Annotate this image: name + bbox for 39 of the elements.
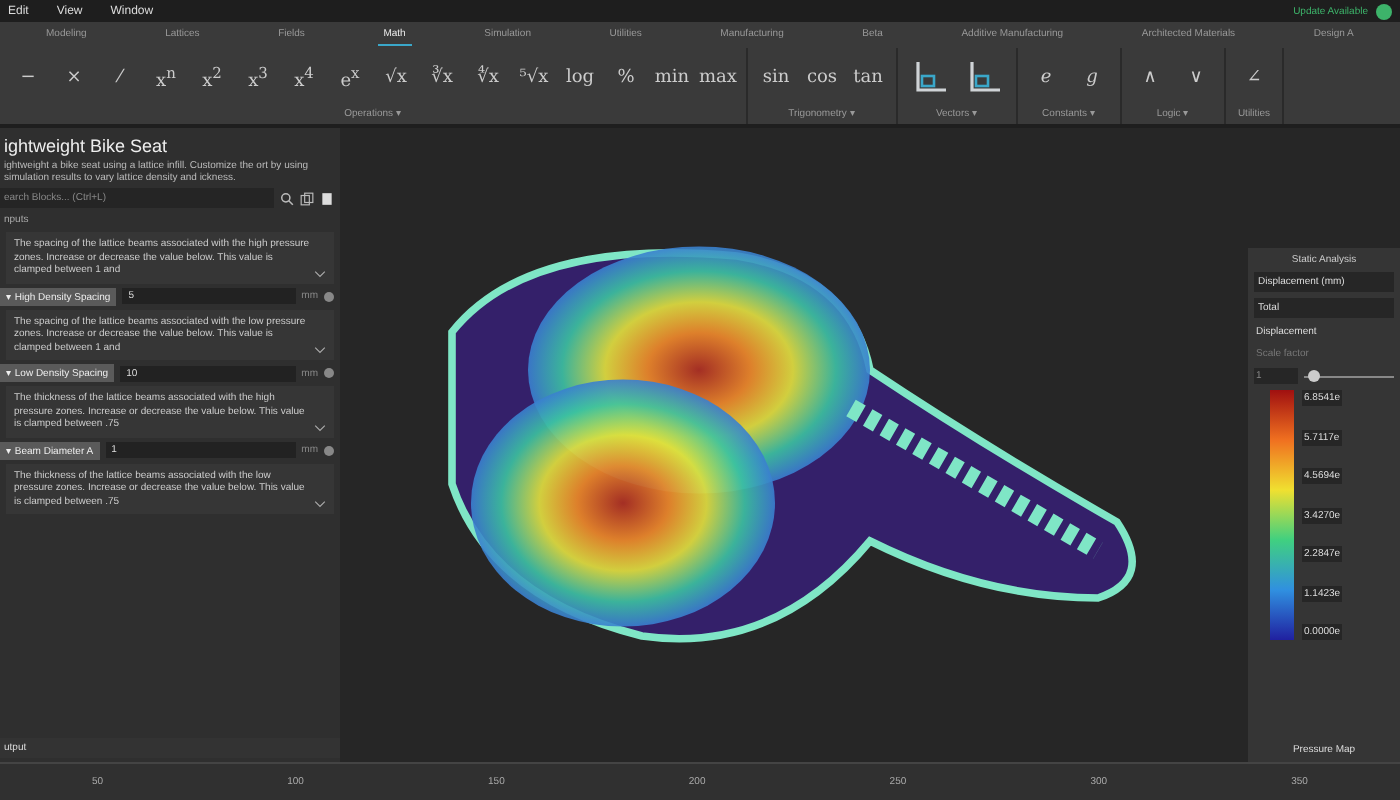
math-tool[interactable]: √x — [374, 63, 418, 91]
math-tool[interactable]: ∨ — [1174, 63, 1218, 91]
axes-icon[interactable] — [964, 57, 1004, 97]
chevron-icon[interactable] — [314, 500, 326, 508]
math-tool[interactable]: max — [696, 63, 740, 91]
status-icon — [324, 368, 334, 378]
search-icon[interactable] — [280, 191, 294, 205]
math-tool[interactable]: log — [558, 63, 602, 91]
math-tool[interactable]: tan — [846, 63, 890, 91]
math-tool[interactable]: e$^{x}$ — [328, 59, 372, 95]
math-tool[interactable]: ⁵√x — [512, 63, 556, 91]
slider-thumb[interactable] — [1307, 369, 1319, 381]
math-tool[interactable]: sin — [754, 63, 798, 91]
math-tool[interactable]: % — [604, 63, 648, 91]
chevron-icon[interactable] — [314, 346, 326, 354]
axes-icon[interactable] — [910, 57, 950, 97]
status-icon — [324, 445, 334, 455]
chevron-icon[interactable] — [314, 269, 326, 277]
panel-title: ightweight Bike Seat — [2, 136, 170, 156]
math-tool[interactable]: ∧ — [1128, 63, 1172, 91]
math-tool[interactable]: x$^{4}$ — [282, 59, 326, 95]
math-tool[interactable]: ⁄ — [98, 63, 142, 91]
math-tool[interactable]: min — [650, 63, 694, 91]
math-tool[interactable]: x$^{2}$ — [190, 59, 234, 95]
page-icon[interactable] — [320, 191, 334, 205]
math-tool[interactable]: ∛x — [420, 63, 464, 91]
update-icon[interactable] — [1376, 3, 1392, 19]
math-tool[interactable]: ∠ — [1232, 64, 1276, 92]
math-tool[interactable]: × — [52, 63, 96, 91]
math-tool[interactable]: e — [1024, 63, 1068, 91]
copy-icon[interactable] — [300, 191, 314, 205]
math-tool[interactable]: g — [1070, 63, 1114, 91]
status-icon — [324, 291, 334, 301]
math-tool[interactable]: x$^{3}$ — [236, 59, 280, 95]
math-tool[interactable]: cos — [800, 63, 844, 91]
math-tool[interactable]: x$^{n}$ — [144, 59, 188, 95]
math-tool[interactable]: ∜x — [466, 63, 510, 91]
chevron-icon[interactable] — [314, 423, 326, 431]
math-tool[interactable]: − — [6, 63, 50, 91]
